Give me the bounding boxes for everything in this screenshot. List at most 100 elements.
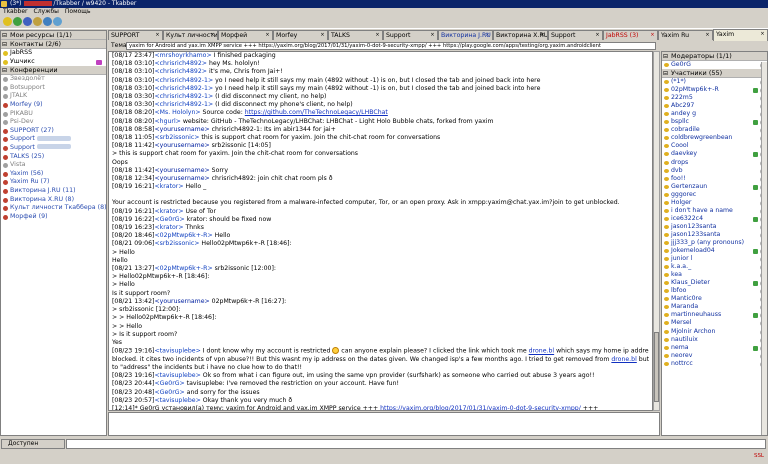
message-nick[interactable]: <chrisrich4892> (154, 60, 207, 67)
occupant-item[interactable]: k.a.a._ (662, 263, 767, 271)
tab-1[interactable]: Культ личности Тк...× (163, 30, 218, 40)
roster-item[interactable]: Yaxim Ru (7) (1, 178, 106, 187)
occupant-item[interactable]: Ge0rG (662, 61, 767, 69)
occupant-item[interactable]: neorev (662, 352, 767, 360)
roster-item[interactable]: Морфей (9) (1, 213, 106, 222)
message-nick[interactable]: <hgurl> (154, 118, 180, 125)
message-nick[interactable]: <srb2issonic> (154, 240, 199, 247)
occupant-item[interactable]: ice6322c4 (662, 215, 767, 223)
close-icon[interactable]: × (705, 33, 710, 38)
close-icon[interactable]: × (210, 33, 215, 38)
roster-item[interactable]: JTALK (1, 92, 106, 101)
occupant-item[interactable]: nottrcc (662, 360, 767, 368)
occupant-item[interactable]: martinneuhauss (662, 311, 767, 319)
message-link[interactable]: https://github.com/TheTechnoLegacy/LHBCh… (245, 109, 388, 116)
occupant-item[interactable]: nema (662, 344, 767, 352)
occupant-item[interactable]: bspllc (662, 118, 767, 126)
presence-button[interactable]: Доступен (1, 439, 65, 449)
message-nick[interactable]: <yourusername> (154, 126, 209, 133)
tab-10[interactable]: Yaxim Ru × (658, 30, 713, 40)
chat-scrollbar-thumb[interactable] (654, 332, 659, 402)
occupant-item[interactable]: Mantic0re (662, 295, 767, 303)
occupant-item[interactable]: gggorec (662, 191, 767, 199)
message-nick[interactable]: <chrisrich4892> (154, 68, 207, 75)
occupant-item[interactable]: Holger (662, 199, 767, 207)
close-icon[interactable]: × (650, 33, 655, 38)
tab-6[interactable]: Викторина J.RU (2)× (438, 30, 493, 40)
search-icon[interactable] (43, 17, 52, 26)
message-nick[interactable]: <yourusername> (154, 298, 209, 305)
tab-9[interactable]: JabRSS (3) × (603, 30, 658, 40)
tab-5[interactable]: Support × (383, 30, 438, 40)
close-icon[interactable]: × (375, 33, 380, 38)
status-message-input[interactable] (66, 439, 766, 449)
tab-4[interactable]: TALKS × (328, 30, 383, 40)
occupant-item[interactable]: foo!! (662, 175, 767, 183)
occupant-item[interactable]: Abc297 (662, 102, 767, 110)
occupant-item[interactable]: 02pMtwp6k+-R (662, 86, 767, 94)
roster-item[interactable]: SUPPORT (27) (1, 127, 106, 136)
message-input[interactable] (108, 412, 660, 436)
message-nick[interactable]: <Ge0rG> (154, 380, 184, 387)
occupant-item[interactable]: cobradile (662, 126, 767, 134)
close-icon[interactable]: × (265, 33, 270, 38)
chat-scrollbar[interactable] (653, 51, 660, 411)
occupant-item[interactable]: drops (662, 159, 767, 167)
roster-item[interactable]: TALKS (25) (1, 153, 106, 162)
occupant-item[interactable]: Coool (662, 142, 767, 150)
message-nick[interactable]: <Ge0rG> (154, 216, 184, 223)
occupant-item[interactable]: (*1*) (662, 78, 767, 86)
occupant-item[interactable]: daevkey (662, 150, 767, 158)
tab-0[interactable]: SUPPORT × (108, 30, 163, 40)
message-link[interactable]: https://yaxim.org/blog/2017/01/31/yaxim-… (380, 405, 581, 410)
message-nick[interactable]: <yourusername> (154, 167, 209, 174)
message-nick[interactable]: <tavisuplebe> (154, 397, 200, 404)
tab-11[interactable]: Yaxim × (713, 29, 768, 41)
occupant-item[interactable]: coldbrewgreenbean (662, 134, 767, 142)
occupant-item[interactable]: Klaus_Dieter (662, 279, 767, 287)
refresh-icon[interactable] (53, 17, 62, 26)
occupant-item[interactable]: lbfoo (662, 287, 767, 295)
occupant-item[interactable]: jason1233santa (662, 231, 767, 239)
roster-item[interactable]: Psi-Dev (1, 118, 106, 127)
roster-item[interactable]: Vista (1, 161, 106, 170)
occupant-item[interactable]: nautiluix (662, 336, 767, 344)
occupant-item[interactable]: dvb (662, 167, 767, 175)
occupant-item[interactable]: Jokemeload04 (662, 247, 767, 255)
roster-item[interactable]: JabRSS (1, 49, 106, 58)
occupants-scrollbar[interactable] (761, 62, 767, 435)
message-icon[interactable] (23, 17, 32, 26)
message-nick[interactable]: <yourusername> (154, 142, 209, 149)
chat-log[interactable]: [08/17 23:47]<mrshoyrkhamo> I finished p… (108, 51, 653, 411)
roster-panel[interactable]: Мои ресурсы (1/1)Контакты (2/6)JabRSSУшч… (0, 30, 107, 436)
occupant-item[interactable]: jason123santa (662, 223, 767, 231)
tab-7[interactable]: Викторина X.RU × (493, 30, 548, 40)
message-nick[interactable]: <chrisrich4892-1> (154, 101, 213, 108)
occupant-item[interactable]: andey g (662, 110, 767, 118)
occupants-panel[interactable]: Модераторы (1/1)Ge0rGУчастники (55)(*1*)… (661, 51, 768, 436)
message-nick[interactable]: <02pMtwp6k+-R> (154, 232, 212, 239)
roster-group-1[interactable]: Контакты (2/6) (1, 40, 106, 49)
connect-icon[interactable] (13, 17, 22, 26)
tab-3[interactable]: Morfey × (273, 30, 328, 40)
roster-item[interactable]: Support (1, 135, 106, 144)
roster-item[interactable]: Викторина X.RU (8) (1, 196, 106, 205)
occupant-item[interactable]: kea (662, 271, 767, 279)
close-icon[interactable]: × (760, 32, 765, 37)
roster-item[interactable]: Викторина J.RU (11) (1, 187, 106, 196)
message-nick[interactable]: <krator> (154, 183, 183, 190)
roster-item[interactable]: Звездолёт (1, 75, 106, 84)
roster-item[interactable]: Morfey (9) (1, 101, 106, 110)
message-nick[interactable]: <chrisrich4892-1> (154, 93, 213, 100)
roster-item[interactable]: Support (1, 144, 106, 153)
close-icon[interactable]: × (155, 33, 160, 38)
close-icon[interactable]: × (485, 33, 490, 38)
message-nick[interactable]: <tavisuplebe> (154, 372, 200, 379)
roster-item[interactable]: Культ личности Ткаббера (8) (1, 204, 106, 213)
topic-field[interactable]: yaxim for Android and yax.im XMPP servic… (126, 42, 656, 50)
roster-item[interactable]: PIKABU (1, 110, 106, 119)
online-status-icon[interactable] (3, 17, 12, 26)
message-nick[interactable]: <chrisrich4892-1> (154, 85, 213, 92)
menu-item-0[interactable]: Tkabber (3, 8, 28, 15)
message-nick[interactable]: <krator> (154, 208, 183, 215)
